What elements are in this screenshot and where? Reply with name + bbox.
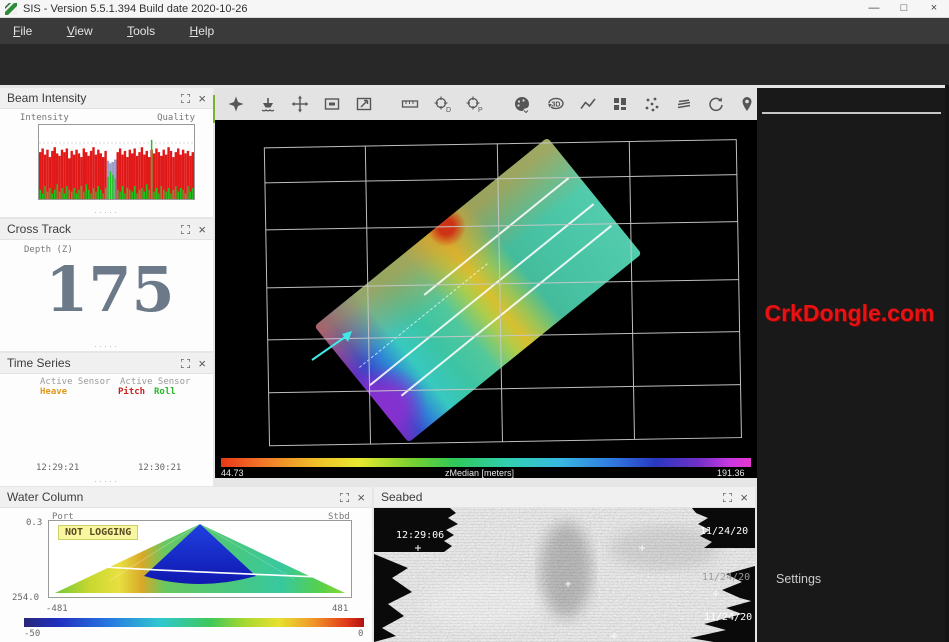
axis-label: Quality: [157, 113, 195, 123]
close-icon[interactable]: ×: [198, 92, 206, 105]
panel-numerical-display: Settings: [757, 88, 945, 642]
water-column-colorbar: [24, 618, 364, 627]
numerical-table: [762, 112, 941, 114]
palette-icon[interactable]: [512, 94, 532, 114]
cbar-min: 44.73: [221, 468, 244, 478]
close-icon[interactable]: ×: [357, 491, 365, 504]
expand-icon[interactable]: [181, 225, 190, 234]
x-min-tick: -481: [46, 604, 68, 614]
menu-help[interactable]: Help: [177, 18, 232, 44]
rotate-3d-icon[interactable]: 3D: [545, 94, 565, 114]
panel-title: Beam Intensity: [7, 91, 86, 105]
panel-water-column: Water Column × Port Stbd 0.3 254.0 -481 …: [0, 487, 372, 642]
seabed-date: 11/24/20: [704, 612, 752, 623]
axis-label: Intensity: [20, 113, 69, 123]
pan-icon[interactable]: [291, 94, 310, 114]
ruler-icon[interactable]: [401, 94, 420, 114]
north-marker-icon[interactable]: [227, 94, 246, 114]
seabed-date: 11/24/20: [702, 572, 750, 583]
map-toolbar: D P 3D: [215, 88, 757, 120]
resize-view-icon[interactable]: [355, 94, 374, 114]
menu-view[interactable]: View: [54, 18, 110, 44]
panel-title: Seabed: [381, 490, 422, 504]
minimize-button[interactable]: —: [859, 0, 889, 18]
sensor-header: Active Sensor: [120, 377, 190, 387]
depth-readout: 175: [40, 253, 180, 326]
close-icon[interactable]: ×: [198, 357, 206, 370]
close-icon[interactable]: ×: [198, 223, 206, 236]
seabed-display[interactable]: 12:29:06 11/24/20 11/24/20 11/24/20: [374, 508, 755, 642]
scanline-overlay: [374, 508, 755, 642]
menu-bar: File View Tools Help: [0, 18, 949, 44]
expand-icon[interactable]: [723, 493, 732, 502]
sis-application-window: SIS - Version 5.5.1.394 Build date 2020-…: [0, 0, 949, 642]
polyline-icon[interactable]: [578, 94, 597, 114]
blocks-icon[interactable]: [610, 94, 629, 114]
legend-roll: Roll: [154, 387, 176, 397]
seabed-timestamp: 12:29:06: [396, 530, 444, 541]
close-button[interactable]: ×: [919, 0, 949, 18]
points-icon[interactable]: [642, 94, 661, 114]
target-d-icon[interactable]: D: [433, 94, 452, 114]
expand-icon[interactable]: [181, 94, 190, 103]
panel-beam-intensity: Beam Intensity × Intensity Quality ·····: [0, 88, 213, 217]
pin-icon[interactable]: [738, 94, 757, 114]
vessel-icon[interactable]: [259, 94, 278, 114]
frame-icon[interactable]: [323, 94, 342, 114]
watermark-text: CrkDongle.com: [750, 300, 949, 327]
menu-file[interactable]: File: [0, 18, 49, 44]
close-icon[interactable]: ×: [740, 491, 748, 504]
main-toolbar: ♔ SIS 2020-11-24 12:32:11Z EM304_84 ▼ Li…: [0, 44, 949, 85]
beam-intensity-chart: [38, 124, 195, 200]
seabed-date: 11/24/20: [700, 526, 748, 537]
panel-title: Cross Track: [7, 222, 71, 236]
svg-text:D: D: [446, 107, 451, 113]
svg-text:P: P: [478, 107, 483, 113]
cbar-max-tick: 0: [358, 629, 363, 639]
panel-title: Time Series: [7, 356, 71, 370]
expand-icon[interactable]: [181, 359, 190, 368]
panel-time-series: Time Series × Active Sensor Active Senso…: [0, 353, 213, 486]
cbar-max: 191.36: [717, 468, 745, 478]
refresh-icon[interactable]: [706, 94, 725, 114]
x-start-tick: 12:29:21: [36, 463, 79, 473]
target-p-icon[interactable]: P: [464, 94, 483, 114]
app-logo-icon: [5, 3, 17, 15]
not-logging-badge: NOT LOGGING: [58, 525, 138, 540]
legend-heave: Heave: [40, 387, 67, 397]
panel-title: Water Column: [7, 490, 83, 504]
window-title: SIS - Version 5.5.1.394 Build date 2020-…: [23, 0, 247, 18]
cbar-label: zMedian [meters]: [445, 468, 514, 478]
depth-top-tick: 0.3: [26, 518, 42, 528]
x-end-tick: 12:30:21: [138, 463, 181, 473]
panel-cross-track: Cross Track × Depth (Z) 175 ·····: [0, 219, 213, 351]
sensor-header: Active Sensor: [40, 377, 110, 387]
expand-icon[interactable]: [340, 493, 349, 502]
time-series-chart: [40, 398, 186, 460]
maximize-button[interactable]: □: [889, 0, 919, 18]
title-bar: SIS - Version 5.5.1.394 Build date 2020-…: [0, 0, 949, 18]
svg-text:3D: 3D: [552, 102, 561, 109]
right-edge-strip: [945, 85, 949, 642]
depth-bottom-tick: 254.0: [12, 593, 39, 603]
x-max-tick: 481: [332, 604, 348, 614]
zmedian-colorbar: [221, 458, 751, 467]
legend-pitch: Pitch: [118, 387, 145, 397]
settings-button[interactable]: Settings: [762, 566, 941, 592]
contours-icon[interactable]: [674, 94, 693, 114]
cbar-min-tick: -50: [24, 629, 40, 639]
menu-tools[interactable]: Tools: [114, 18, 172, 44]
map-grid: [215, 120, 757, 478]
panel-seabed: Seabed ×: [374, 487, 755, 642]
geographical-map[interactable]: 44.73 zMedian [meters] 191.36: [215, 120, 757, 478]
